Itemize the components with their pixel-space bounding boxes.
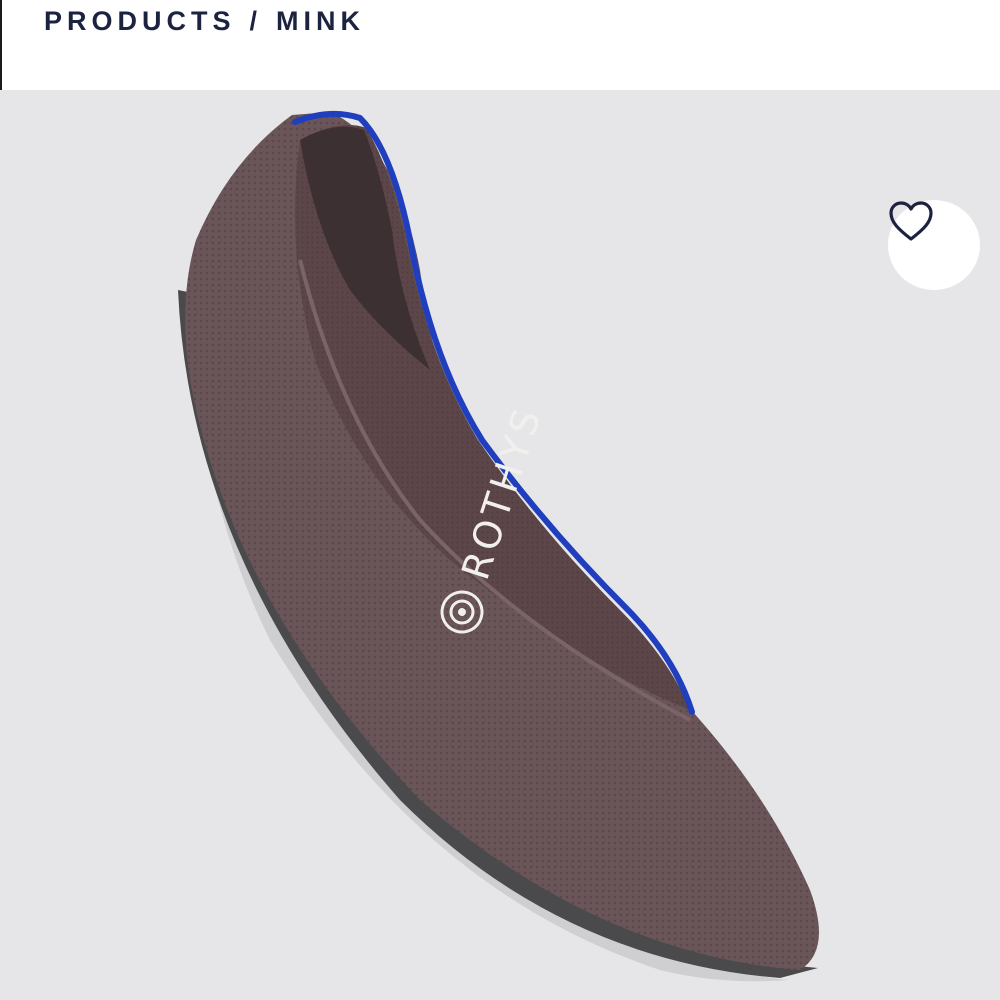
favorite-button[interactable]: [888, 200, 980, 290]
breadcrumb-section[interactable]: PRODUCTS: [44, 6, 236, 36]
breadcrumb-separator: /: [249, 6, 263, 36]
breadcrumb: PRODUCTS / MINK: [44, 6, 365, 37]
breadcrumb-current: MINK: [276, 6, 366, 36]
heart-outline-icon: [889, 201, 933, 241]
header-bar: PRODUCTS / MINK: [0, 0, 1000, 90]
product-image: ROTHYS: [178, 110, 819, 982]
product-image-area: ROTHYS: [0, 90, 1000, 1000]
